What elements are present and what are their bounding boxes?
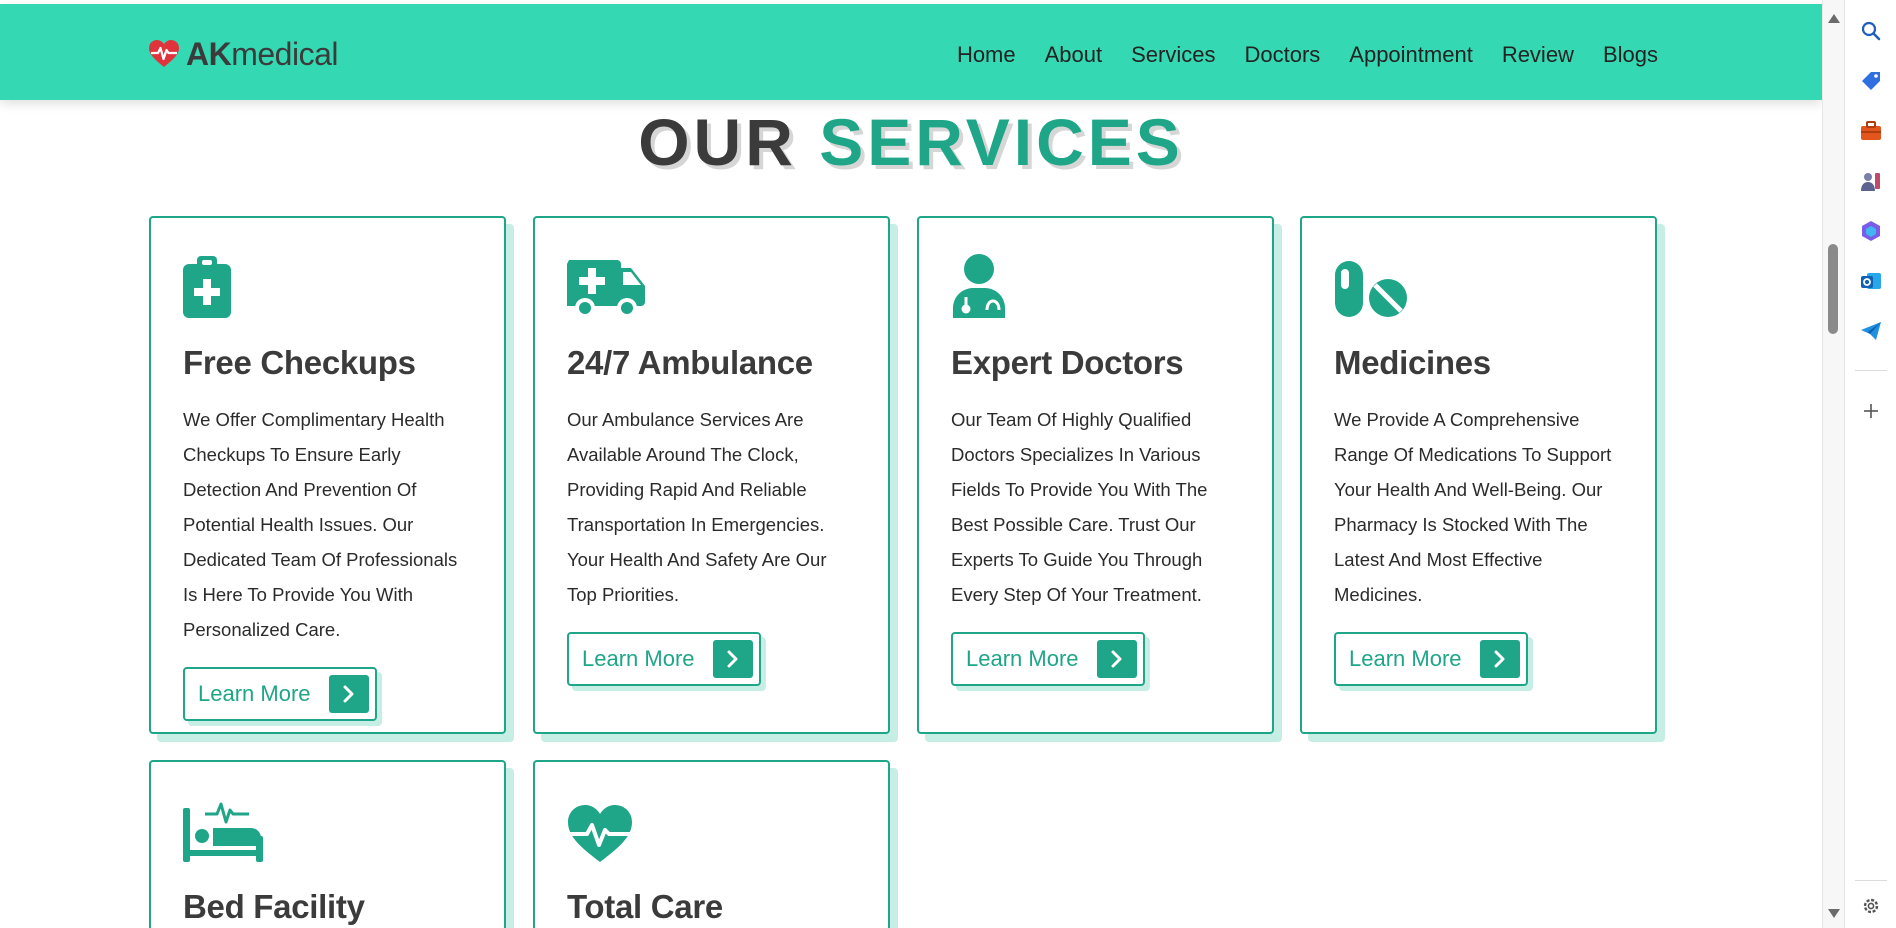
pills-icon	[1335, 261, 1407, 317]
service-card-ambulance: 24/7 Ambulance Our Ambulance Services Ar…	[533, 216, 890, 734]
add-icon[interactable]	[1858, 398, 1884, 424]
chevron-right-icon	[1479, 640, 1520, 678]
section-title-part1: OUR	[638, 105, 797, 179]
site-logo[interactable]: AKmedical	[148, 34, 338, 74]
learn-more-label: Learn More	[198, 681, 311, 706]
settings-icon[interactable]	[1858, 893, 1884, 919]
games-icon[interactable]	[1858, 168, 1884, 194]
heart-pulse-icon	[568, 805, 632, 862]
learn-more-label: Learn More	[966, 646, 1079, 671]
send-icon[interactable]	[1858, 318, 1884, 344]
learn-more-label: Learn More	[582, 646, 695, 671]
service-card-medicines: Medicines We Provide A Comprehensive Ran…	[1300, 216, 1657, 734]
chevron-right-icon	[1096, 640, 1137, 678]
card-icon-wrap	[1334, 248, 1623, 318]
nav-about[interactable]: About	[1045, 42, 1103, 68]
service-card-free-checkups: Free Checkups We Offer Complimentary Hea…	[149, 216, 506, 734]
clipboard-medical-icon	[183, 256, 231, 318]
learn-more-label: Learn More	[1349, 646, 1462, 671]
learn-more-button[interactable]: Learn More	[567, 632, 761, 686]
toolbox-icon[interactable]	[1858, 118, 1884, 144]
scrollbar-thumb[interactable]	[1828, 244, 1838, 334]
nav-review[interactable]: Review	[1502, 42, 1574, 68]
nav-appointment[interactable]: Appointment	[1349, 42, 1473, 68]
browser-sidebar	[1844, 0, 1896, 928]
copilot-icon[interactable]	[1858, 218, 1884, 244]
service-card-bed-facility: Bed Facility	[149, 760, 506, 928]
nav-blogs[interactable]: Blogs	[1603, 42, 1658, 68]
card-title: Total Care	[567, 888, 723, 925]
nav-home[interactable]: Home	[957, 42, 1016, 68]
learn-more-button[interactable]: Learn More	[183, 667, 377, 721]
card-description: Our Ambulance Services Are Available Aro…	[567, 409, 827, 605]
ambulance-icon	[567, 260, 645, 318]
card-icon-wrap	[567, 792, 856, 862]
outlook-icon[interactable]	[1858, 268, 1884, 294]
chevron-right-icon	[328, 675, 369, 713]
logo-text: AKmedical	[186, 36, 338, 73]
sidebar-divider	[1855, 370, 1887, 371]
doctor-icon	[953, 254, 1005, 318]
nav-services[interactable]: Services	[1131, 42, 1215, 68]
web-page-viewport: AKmedical Home About Services Doctors Ap…	[0, 0, 1822, 928]
heart-pulse-logo-icon	[149, 40, 179, 67]
card-icon-wrap	[183, 792, 472, 862]
service-card-expert-doctors: Expert Doctors Our Team Of Highly Qualif…	[917, 216, 1274, 734]
card-title: Medicines	[1334, 344, 1491, 381]
search-icon[interactable]	[1858, 18, 1884, 44]
scroll-up-arrow-icon[interactable]	[1828, 14, 1840, 23]
logo-text-rest: medical	[231, 35, 338, 72]
card-description: We Offer Complimentary Health Checkups T…	[183, 409, 458, 640]
chevron-right-icon	[712, 640, 753, 678]
card-title: 24/7 Ambulance	[567, 344, 813, 381]
card-description: Our Team Of Highly Qualified Doctors Spe…	[951, 409, 1208, 605]
tag-icon[interactable]	[1858, 68, 1884, 94]
logo-text-bold: AK	[186, 35, 232, 72]
service-card-total-care: Total Care	[533, 760, 890, 928]
sidebar-divider	[1855, 880, 1887, 881]
section-title: OUR SERVICES	[0, 104, 1822, 180]
card-description: We Provide A Comprehensive Range Of Medi…	[1334, 409, 1612, 605]
learn-more-button[interactable]: Learn More	[951, 632, 1145, 686]
page-scrollbar[interactable]	[1822, 0, 1844, 928]
scroll-down-arrow-icon[interactable]	[1828, 909, 1840, 918]
card-icon-wrap	[951, 248, 1240, 318]
card-icon-wrap	[567, 248, 856, 318]
card-title: Bed Facility	[183, 888, 365, 925]
learn-more-button[interactable]: Learn More	[1334, 632, 1528, 686]
site-header: AKmedical Home About Services Doctors Ap…	[0, 4, 1822, 100]
section-title-part2: SERVICES	[819, 105, 1184, 179]
main-nav: Home About Services Doctors Appointment …	[957, 42, 1658, 68]
bed-pulse-icon	[183, 802, 263, 862]
card-title: Expert Doctors	[951, 344, 1184, 381]
card-icon-wrap	[183, 248, 472, 318]
card-title: Free Checkups	[183, 344, 416, 381]
nav-doctors[interactable]: Doctors	[1244, 42, 1320, 68]
